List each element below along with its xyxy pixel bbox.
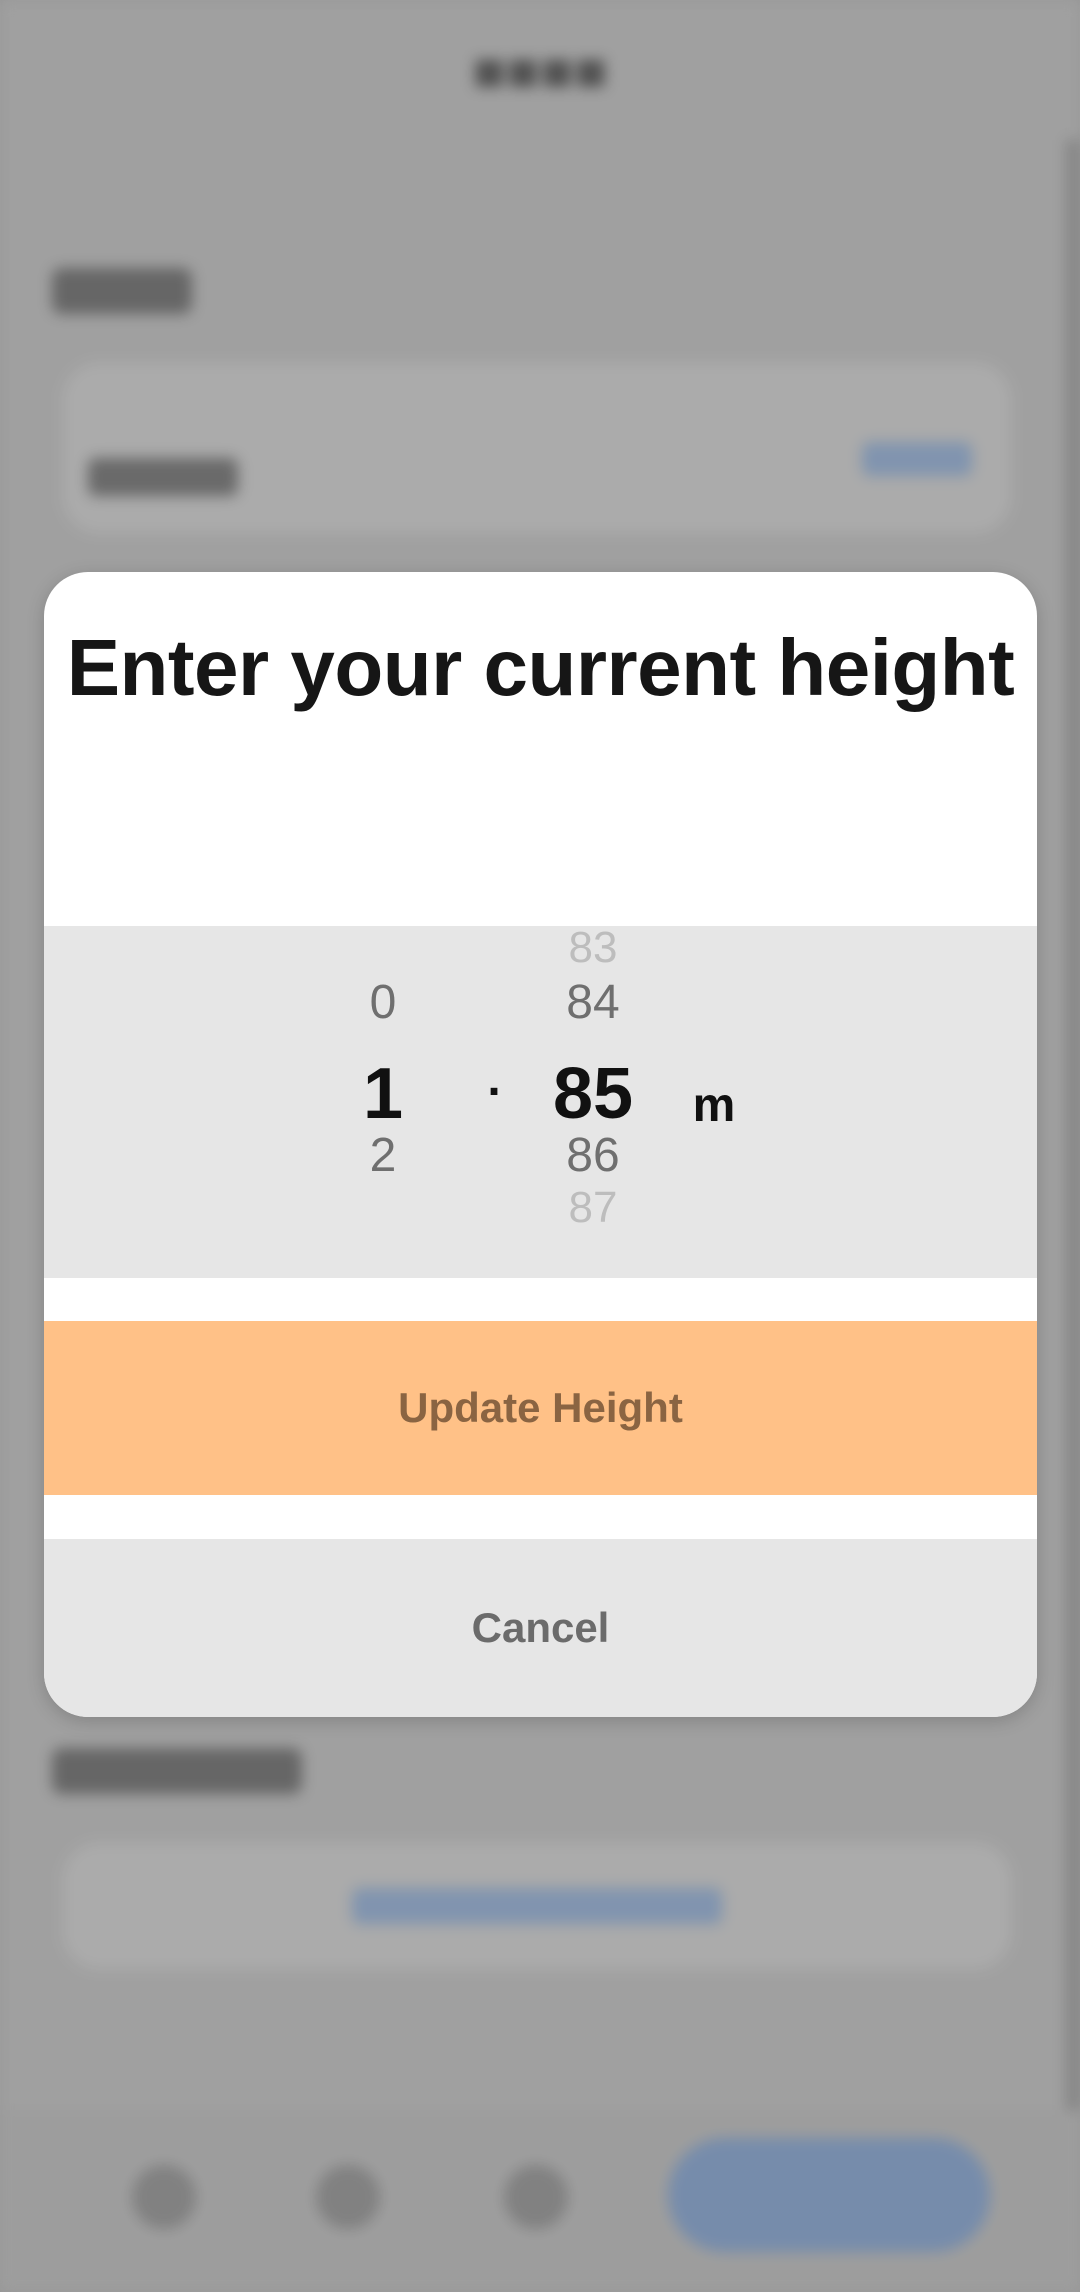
height-dialog: Enter your current height 0 1 2 . 83 84 …	[44, 572, 1037, 1717]
cancel-button[interactable]: Cancel	[44, 1539, 1037, 1717]
dialog-title: Enter your current height	[66, 623, 1015, 712]
update-height-button[interactable]: Update Height	[44, 1321, 1037, 1495]
meters-option-above[interactable]: 0	[323, 979, 443, 1027]
centimeters-option-selected[interactable]: 85	[533, 1058, 653, 1130]
centimeters-option-above[interactable]: 84	[533, 979, 653, 1027]
meters-option-selected[interactable]: 1	[323, 1058, 443, 1130]
centimeters-option-below-far[interactable]: 87	[533, 1186, 653, 1230]
centimeters-option-above-far[interactable]: 83	[533, 926, 653, 970]
centimeters-option-below[interactable]: 86	[533, 1132, 653, 1180]
height-picker: 0 1 2 . 83 84 85 86 87 m	[44, 926, 1037, 1278]
meters-option-below[interactable]: 2	[323, 1132, 443, 1180]
decimal-separator: .	[487, 1053, 501, 1106]
unit-label: m	[692, 1079, 736, 1132]
